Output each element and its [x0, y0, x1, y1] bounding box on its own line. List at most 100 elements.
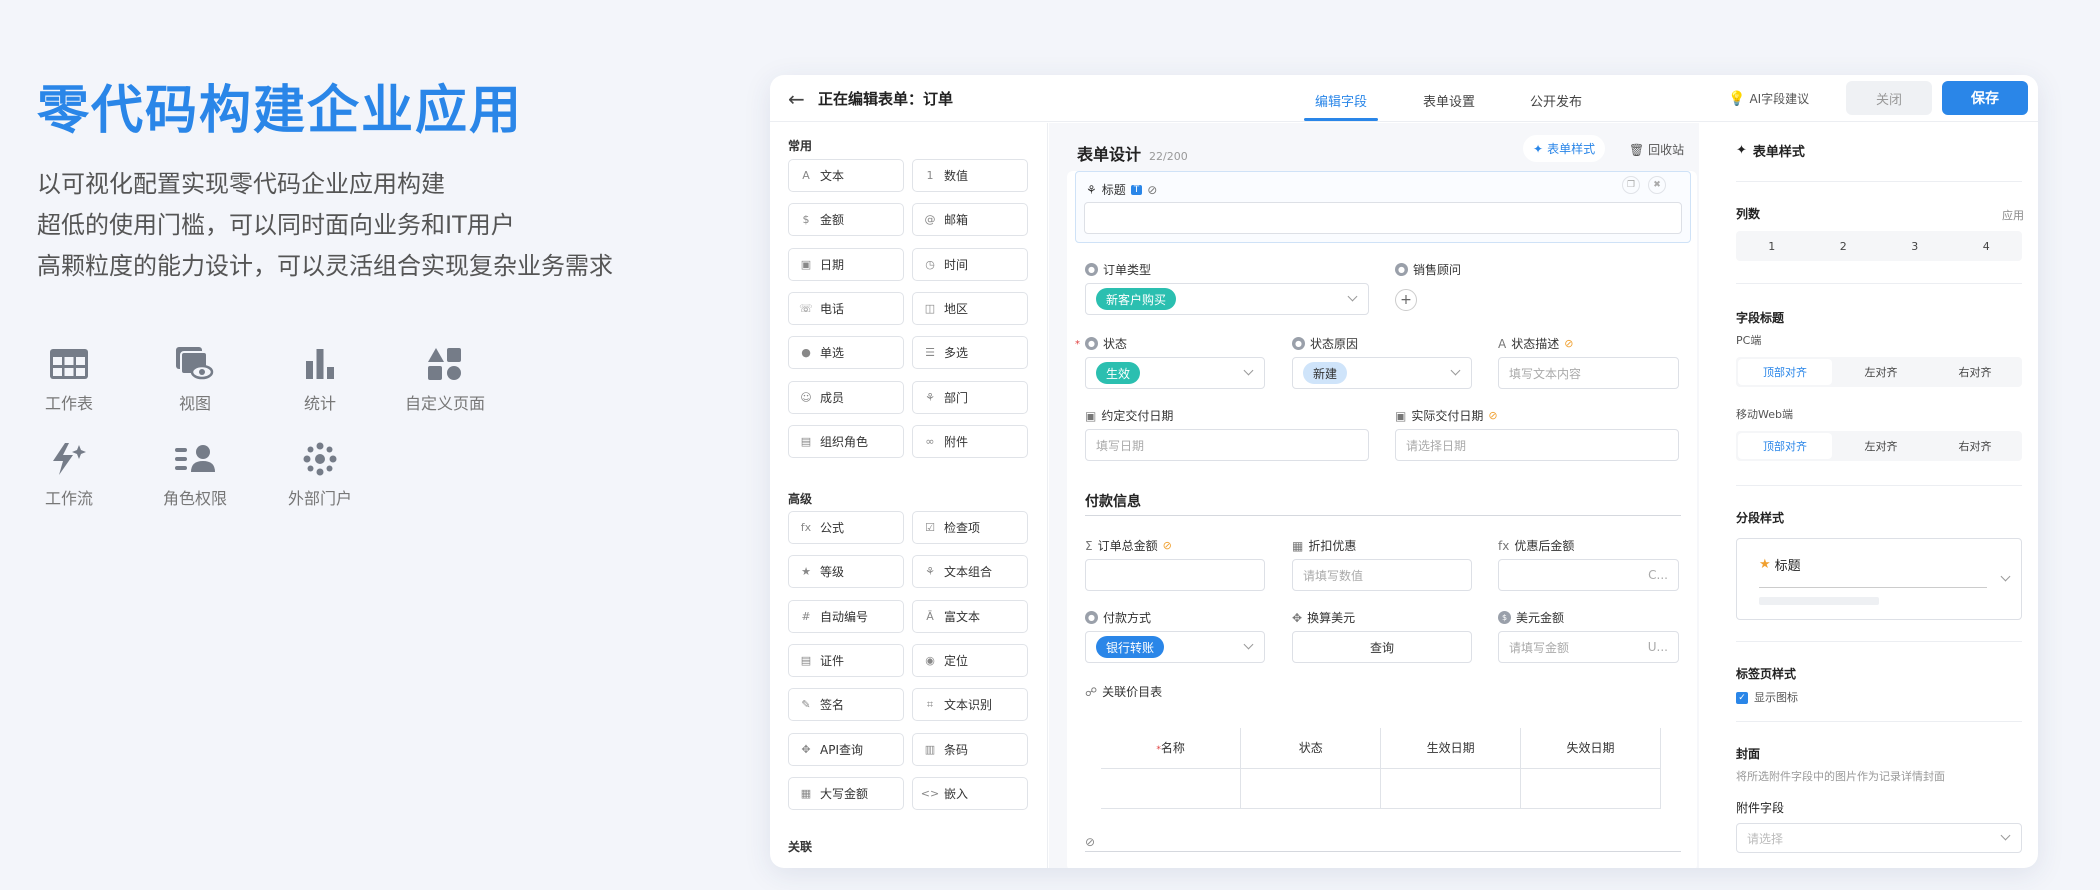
palette-item[interactable]: ▦ 大写金额	[788, 776, 904, 810]
cover-label: 封面	[1736, 747, 1761, 761]
divider	[1736, 721, 2022, 722]
tab-publish[interactable]: 公开发布	[1530, 91, 1582, 110]
palette-item[interactable]: ✎ 签名	[788, 688, 904, 722]
palette-item-label: 检查项	[944, 521, 981, 535]
api-icon: ✥	[1292, 610, 1303, 625]
align-left-option[interactable]: 左对齐	[1834, 431, 1928, 461]
column-option[interactable]: 2	[1808, 231, 1880, 261]
palette-item[interactable]: $ 金额	[788, 203, 904, 237]
star-icon: ★	[1759, 557, 1771, 572]
show-icon-checkbox[interactable]: ✓ 显示图标	[1736, 689, 1798, 705]
actual-date-input[interactable]: 请选择日期	[1395, 429, 1679, 461]
align-top-option[interactable]: 顶部对齐	[1738, 433, 1832, 459]
palette-item[interactable]: A 文本	[788, 159, 904, 192]
attach-field-select[interactable]: 请选择	[1736, 823, 2022, 853]
palette-item[interactable]: ▤ 证件	[788, 643, 904, 677]
recycle-bin-button[interactable]: 🗑 回收站	[1629, 141, 1684, 158]
trash-icon: 🗑	[1629, 143, 1645, 157]
form-card: ⚘ 标题 T ⊘ ❐ ✖ ● 订单类型 新客户购买 ● 销售顾问 + * ● 状态 生效 ●…	[1067, 171, 1697, 868]
palette-item-label: 大写金额	[820, 786, 869, 801]
palette-item-label: API查询	[820, 742, 863, 757]
field-type-icon: ⚘	[925, 565, 935, 579]
eye-hidden-icon: ⊘	[1147, 182, 1158, 197]
number-icon: ▦	[1292, 538, 1304, 553]
total-input[interactable]	[1085, 559, 1265, 591]
table-row[interactable]	[1101, 767, 1661, 809]
palette-item[interactable]: ☏ 电话	[788, 291, 904, 325]
tab-form-settings[interactable]: 表单设置	[1423, 91, 1475, 110]
delete-icon[interactable]: ✖	[1648, 176, 1666, 194]
tab-edit-fields[interactable]: 编辑字段	[1303, 91, 1379, 121]
section-style-select[interactable]: ★ 标题	[1736, 538, 2022, 620]
apply-link[interactable]: 应用	[2002, 207, 2024, 223]
column-option[interactable]: 3	[1879, 231, 1951, 261]
status-tag: 生效	[1096, 362, 1141, 384]
palette-item-label: 时间	[944, 257, 969, 272]
palette-item[interactable]: ⚘ 文本组合	[912, 555, 1028, 589]
title-field-block[interactable]: ⚘ 标题 T ⊘ ❐ ✖	[1075, 171, 1691, 243]
palette-item[interactable]: ☑ 检查项	[912, 511, 1028, 544]
palette-item[interactable]: ✥ API查询	[788, 732, 904, 766]
palette-item[interactable]: ● 单选	[788, 336, 904, 370]
status-reason-tag: 新建	[1303, 362, 1348, 384]
palette-item[interactable]: ☰ 多选	[912, 336, 1028, 370]
hero-line: 以可视化配置实现零代码企业应用构建	[37, 170, 445, 198]
bar-chart-icon	[258, 344, 382, 384]
align-right-option[interactable]: 右对齐	[1928, 357, 2022, 387]
add-member-icon[interactable]: +	[1395, 289, 1417, 311]
form-style-button[interactable]: ✦ 表单样式	[1523, 135, 1606, 162]
copy-icon[interactable]: ❐	[1622, 176, 1640, 194]
palette-item[interactable]: ◫ 地区	[912, 291, 1028, 325]
palette-item-label: 文本组合	[944, 565, 993, 580]
ai-suggest-button[interactable]: 💡 AI字段建议	[1728, 90, 1809, 107]
align-top-option[interactable]: 顶部对齐	[1738, 359, 1832, 385]
field-type-icon: ✎	[801, 698, 811, 712]
agreed-date-input[interactable]: 填写日期	[1085, 429, 1369, 461]
palette-item[interactable]: @ 邮箱	[912, 203, 1028, 237]
palette-item[interactable]: <> 嵌入	[912, 776, 1028, 810]
field-label-status-desc: A 状态描述 ⊘	[1498, 336, 1574, 352]
palette-item-label: 数值	[944, 169, 969, 183]
save-button[interactable]: 保存	[1942, 81, 2028, 115]
title-input[interactable]	[1084, 202, 1682, 234]
palette-item-label: 自动编号	[820, 609, 869, 624]
sigma-icon: Σ	[1085, 538, 1093, 553]
section-title-relation: 关联	[788, 840, 813, 854]
text-icon: A	[1498, 336, 1507, 351]
palette-item[interactable]: ▥ 条码	[912, 732, 1028, 766]
palette-item[interactable]: ∞ 附件	[912, 424, 1028, 458]
field-label-total: Σ 订单总金额 ⊘	[1085, 538, 1172, 554]
column-option[interactable]: 1	[1736, 231, 1808, 261]
feature-view: 视图	[133, 344, 257, 414]
align-right-option[interactable]: 右对齐	[1928, 431, 2022, 461]
palette-item[interactable]: ⚘ 部门	[912, 380, 1028, 414]
palette-item[interactable]: ▤ 组织角色	[788, 424, 904, 458]
palette-item[interactable]: ★ 等级	[788, 555, 904, 589]
close-button[interactable]: 关闭	[1846, 81, 1932, 115]
palette-item[interactable]: Ā 富文本	[912, 599, 1028, 633]
order-type-select[interactable]: 新客户购买	[1085, 283, 1369, 315]
palette-item[interactable]: # 自动编号	[788, 599, 904, 633]
back-arrow-icon[interactable]: ←	[788, 87, 805, 111]
mobile-label: 移动Web端	[1736, 408, 1793, 421]
status-desc-input[interactable]: 填写文本内容	[1498, 357, 1679, 389]
pay-method-select[interactable]: 银行转账	[1085, 631, 1265, 663]
status-select[interactable]: 生效	[1085, 357, 1265, 389]
discount-input[interactable]: 请填写数值	[1292, 559, 1472, 591]
status-reason-select[interactable]: 新建	[1292, 357, 1472, 389]
after-discount-input[interactable]: C...	[1498, 559, 1679, 591]
column-option[interactable]: 4	[1951, 231, 2023, 261]
usd-placeholder: 请填写金额	[1509, 640, 1570, 655]
align-left-option[interactable]: 左对齐	[1834, 357, 1928, 387]
palette-item[interactable]: ▣ 日期	[788, 247, 904, 281]
usd-input[interactable]: 请填写金额 U...	[1498, 631, 1679, 663]
palette-item[interactable]: ⌗ 文本识别	[912, 688, 1028, 722]
palette-item[interactable]: ◷ 时间	[912, 247, 1028, 281]
palette-item-label: 定位	[944, 653, 969, 668]
palette-item[interactable]: 1 数值	[912, 159, 1028, 192]
palette-item[interactable]: ☺ 成员	[788, 380, 904, 414]
query-button[interactable]: 查询	[1292, 631, 1472, 663]
formula-icon: fx	[1498, 538, 1510, 553]
palette-item[interactable]: ◉ 定位	[912, 643, 1028, 677]
palette-item[interactable]: fx 公式	[788, 511, 904, 544]
